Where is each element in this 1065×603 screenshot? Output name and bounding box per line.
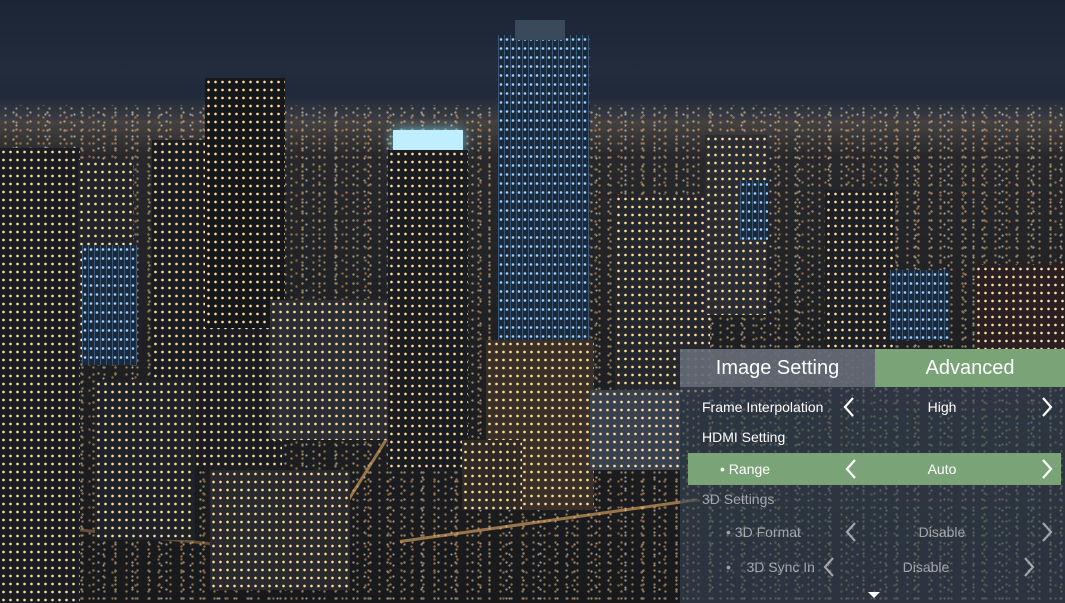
building xyxy=(975,265,1065,355)
3d-format-row[interactable]: • 3D Format Disable xyxy=(680,516,1065,548)
osd-settings-menu: Image Setting Advanced Frame Interpolati… xyxy=(680,349,1065,603)
chevron-left-icon[interactable] xyxy=(818,555,842,579)
building xyxy=(825,190,895,350)
chevron-right-icon[interactable] xyxy=(1016,555,1040,579)
3d-sync-in-value: Disable xyxy=(902,559,950,575)
building xyxy=(82,245,137,365)
tab-image-setting[interactable]: Image Setting xyxy=(680,349,875,387)
building xyxy=(388,150,468,470)
chevron-left-icon[interactable] xyxy=(840,457,864,481)
building xyxy=(590,390,680,470)
frame-interpolation-label: Frame Interpolation xyxy=(702,399,824,415)
range-row[interactable]: • Range Auto xyxy=(680,453,1065,485)
building xyxy=(740,180,768,240)
3d-settings-heading: 3D Settings xyxy=(702,491,775,507)
3d-format-label: • 3D Format xyxy=(726,524,801,540)
building xyxy=(205,78,285,328)
3d-sync-in-row[interactable]: • 3D Sync In Disable xyxy=(680,551,1065,583)
caret-down-icon[interactable] xyxy=(868,592,880,598)
building xyxy=(270,300,390,440)
building xyxy=(210,470,350,590)
range-value: Auto xyxy=(927,461,957,477)
tab-advanced[interactable]: Advanced xyxy=(875,349,1065,387)
chevron-right-icon[interactable] xyxy=(1034,395,1058,419)
building xyxy=(462,440,522,510)
3d-sync-in-label: • 3D Sync In xyxy=(726,559,815,575)
chevron-right-icon[interactable] xyxy=(1034,457,1058,481)
frame-interpolation-value: High xyxy=(927,399,957,415)
menu-tabs: Image Setting Advanced xyxy=(680,349,1065,387)
building xyxy=(95,380,195,540)
range-label: • Range xyxy=(720,461,771,477)
hdmi-setting-heading: HDMI Setting xyxy=(702,429,786,445)
chevron-right-icon[interactable] xyxy=(1034,520,1058,544)
skyscraper xyxy=(498,35,590,365)
chevron-left-icon[interactable] xyxy=(838,395,862,419)
building-crown-light xyxy=(393,130,463,152)
frame-interpolation-row[interactable]: Frame Interpolation High xyxy=(680,391,1065,423)
building xyxy=(0,148,80,603)
skyscraper-top xyxy=(515,20,565,40)
building xyxy=(890,270,950,340)
chevron-left-icon[interactable] xyxy=(840,520,864,544)
3d-format-value: Disable xyxy=(918,524,966,540)
